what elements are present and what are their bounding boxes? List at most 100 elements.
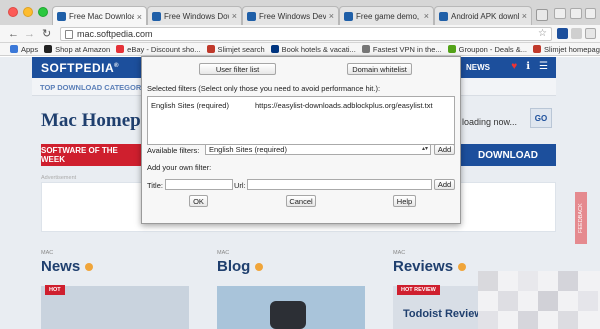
close-window-button[interactable] xyxy=(8,7,18,17)
available-filters-label: Available filters: xyxy=(147,146,200,155)
tab-free-windows-downloads[interactable]: Free Windows Downloads × xyxy=(147,6,242,25)
reviews-caption: MAC xyxy=(393,250,406,256)
bookmark-label: Fastest VPN in the... xyxy=(372,44,442,54)
softpedia-favicon-icon xyxy=(247,11,256,21)
hot-review-badge: HOT REVIEW xyxy=(397,285,440,295)
close-tab-icon[interactable]: × xyxy=(137,12,142,22)
close-tab-icon[interactable]: × xyxy=(522,11,527,21)
bookmark-label: Book hotels & vacati... xyxy=(281,44,356,54)
blog-heading[interactable]: Blog xyxy=(217,258,264,275)
window-restore-button[interactable] xyxy=(570,8,582,19)
tab-label: Free Windows Downloads xyxy=(164,11,229,21)
url-label: Url: xyxy=(234,181,246,190)
add-custom-filter-button[interactable]: Add xyxy=(434,179,455,190)
menu-icon[interactable]: ☰ xyxy=(539,61,548,72)
tab-free-windows-device[interactable]: Free Windows Device × xyxy=(242,6,339,25)
available-filters-select[interactable]: English Sites (required) ▴▾ xyxy=(205,144,431,155)
bookmark-slimjet-homepage[interactable]: Slimjet homepage xyxy=(533,45,600,54)
bookmark-amazon[interactable]: Shop at Amazon xyxy=(44,45,110,54)
rss-icon[interactable] xyxy=(85,262,94,271)
url-text: mac.softpedia.com xyxy=(77,29,153,39)
bookmark-booking[interactable]: Book hotels & vacati... xyxy=(270,44,356,54)
softpedia-favicon-icon xyxy=(57,12,66,21)
zoom-window-button[interactable] xyxy=(38,7,48,17)
tab-free-game-demo[interactable]: Free game demo, pat × xyxy=(339,6,434,25)
reviews-heading[interactable]: Reviews xyxy=(393,258,467,275)
news-link[interactable]: NEWS xyxy=(466,63,490,72)
selected-filters-list[interactable]: English Sites (required) https://easylis… xyxy=(147,96,455,145)
bookmark-star-icon[interactable]: ☆ xyxy=(538,28,547,39)
top-categories-label[interactable]: TOP DOWNLOAD CATEGORIES xyxy=(40,83,153,92)
selected-filters-label: Selected filters (Select only those you … xyxy=(147,84,381,93)
search-status: loading now... xyxy=(462,117,518,127)
add-filter-button[interactable]: Add xyxy=(434,144,455,155)
heart-icon[interactable]: ♥ xyxy=(511,61,517,72)
tab-label: Free Windows Device xyxy=(259,11,326,21)
news-heading[interactable]: News xyxy=(41,258,94,275)
bookmark-slimjet-search[interactable]: Slimjet search xyxy=(206,44,265,54)
page-icon xyxy=(361,45,370,53)
blog-caption: MAC xyxy=(217,250,230,256)
page-icon xyxy=(65,30,73,39)
softpedia-logo[interactable]: SOFTPEDIA® xyxy=(41,61,119,75)
rss-icon[interactable] xyxy=(255,262,264,271)
groupon-icon xyxy=(447,45,456,53)
select-arrows-icon: ▴▾ xyxy=(421,146,428,152)
new-tab-button[interactable] xyxy=(536,9,548,21)
slimjet-icon xyxy=(533,45,542,53)
reload-icon[interactable]: ↻ xyxy=(42,27,51,41)
title-label: Title: xyxy=(147,181,163,190)
back-arrow-icon[interactable]: ← xyxy=(8,27,19,41)
forward-arrow-icon[interactable]: → xyxy=(24,27,35,41)
user-icon[interactable]: ℹ xyxy=(526,61,530,72)
close-tab-icon[interactable]: × xyxy=(424,11,429,21)
add-own-filter-label: Add your own filter: xyxy=(147,163,212,172)
adblock-filter-dialog: User filter list Domain whitelist Select… xyxy=(141,56,461,224)
smartwatch-image xyxy=(270,301,306,329)
heading-text: Reviews xyxy=(393,258,454,275)
bookmark-vpn[interactable]: Fastest VPN in the... xyxy=(361,44,442,54)
tab-android-apk-downloads[interactable]: Android APK downloads × xyxy=(434,6,532,25)
extension-icon[interactable] xyxy=(571,28,582,39)
help-button[interactable]: Help xyxy=(393,195,416,207)
bookmark-label: Shop at Amazon xyxy=(55,44,111,54)
selected-option: English Sites (required) xyxy=(209,145,287,154)
software-of-the-week-banner[interactable]: SOFTWARE OF THE WEEK xyxy=(41,144,142,166)
window-mode-button[interactable] xyxy=(554,8,566,19)
bookmark-label: Groupon - Deals &... xyxy=(458,44,528,54)
ok-button[interactable]: OK xyxy=(189,195,208,207)
filter-url-input[interactable] xyxy=(247,179,432,190)
user-filter-list-button[interactable]: User filter list xyxy=(199,63,276,75)
bookmark-ebay[interactable]: eBay - Discount sho... xyxy=(116,45,201,54)
amazon-icon xyxy=(44,45,53,53)
softpedia-favicon-icon xyxy=(344,11,353,21)
minimize-window-button[interactable] xyxy=(23,7,33,17)
ebay-icon xyxy=(116,45,125,53)
menu-icon[interactable] xyxy=(585,28,596,39)
address-bar[interactable]: mac.softpedia.com ☆ xyxy=(60,27,552,41)
rss-icon[interactable] xyxy=(458,262,467,271)
window-close-button[interactable] xyxy=(585,8,596,19)
softpedia-favicon-icon xyxy=(439,11,448,21)
bookmark-apps[interactable]: Apps xyxy=(10,45,38,54)
page-title: Mac Homep xyxy=(41,110,141,131)
close-tab-icon[interactable]: × xyxy=(329,11,334,21)
list-item[interactable]: English Sites (required) https://easylis… xyxy=(151,101,433,110)
close-tab-icon[interactable]: × xyxy=(232,11,237,21)
tab-free-mac-downloads[interactable]: Free Mac Downloads × xyxy=(52,6,147,26)
go-button[interactable]: GO xyxy=(530,108,552,128)
feedback-tab[interactable]: FEEDBACK xyxy=(575,192,587,244)
heading-text: Blog xyxy=(217,258,251,275)
bookmark-groupon[interactable]: Groupon - Deals &... xyxy=(447,44,528,54)
hot-badge: HOT xyxy=(45,285,65,295)
bookmark-label: Slimjet homepage xyxy=(544,44,600,54)
download-button[interactable]: DOWNLOAD xyxy=(460,144,556,166)
filter-title-input[interactable] xyxy=(165,179,233,190)
extension-icon[interactable] xyxy=(557,28,568,39)
review-title[interactable]: Todoist Review xyxy=(403,308,483,320)
domain-whitelist-button[interactable]: Domain whitelist xyxy=(347,63,412,75)
navigation-bar: ← → ↻ mac.softpedia.com ☆ xyxy=(0,25,600,43)
cancel-button[interactable]: Cancel xyxy=(286,195,316,207)
bookmark-label: Slimjet search xyxy=(217,44,265,54)
header-icons: ♥ ℹ ☰ xyxy=(511,61,548,72)
